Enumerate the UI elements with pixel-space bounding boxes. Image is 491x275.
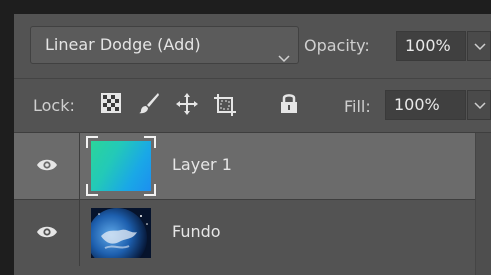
earth-thumbnail bbox=[91, 208, 151, 258]
layer-thumbnail-frame[interactable] bbox=[86, 203, 156, 263]
fill-value: 100% bbox=[394, 95, 440, 114]
opacity-input[interactable]: 100% bbox=[396, 31, 466, 61]
layer-name[interactable]: Layer 1 bbox=[172, 155, 232, 174]
prevent-artboard-nesting-icon[interactable] bbox=[212, 91, 238, 117]
blend-opacity-bar: Linear Dodge (Add) Opacity: 100% bbox=[14, 14, 491, 79]
layer-thumbnail-frame[interactable] bbox=[86, 136, 156, 196]
lock-position-icon[interactable] bbox=[174, 91, 200, 117]
lock-all-icon[interactable] bbox=[277, 91, 303, 117]
chevron-down-icon bbox=[278, 40, 290, 76]
layers-panel: Linear Dodge (Add) Opacity: 100% Lock: F… bbox=[14, 14, 491, 275]
layer-row-fundo[interactable]: Fundo bbox=[14, 200, 491, 266]
fill-input[interactable]: 100% bbox=[385, 90, 466, 120]
eye-icon bbox=[37, 226, 57, 238]
chevron-down-icon bbox=[474, 43, 486, 51]
fill-label: Fill: bbox=[344, 97, 371, 116]
chevron-down-icon bbox=[474, 102, 486, 110]
lock-label: Lock: bbox=[33, 96, 75, 115]
layers-panel-frame: Linear Dodge (Add) Opacity: 100% Lock: F… bbox=[0, 0, 491, 275]
blend-mode-value: Linear Dodge (Add) bbox=[45, 35, 201, 54]
visibility-toggle[interactable] bbox=[14, 200, 80, 266]
layer-row-layer-1[interactable]: Layer 1 bbox=[14, 133, 491, 199]
lock-fill-bar: Lock: Fill: 100% bbox=[14, 79, 491, 133]
visibility-toggle[interactable] bbox=[14, 133, 80, 199]
lock-image-pixels-icon[interactable] bbox=[137, 91, 163, 117]
opacity-label: Opacity: bbox=[304, 36, 370, 55]
opacity-dropdown-button[interactable] bbox=[467, 31, 491, 61]
layers-list: Layer 1 Fundo bbox=[14, 133, 491, 275]
opacity-value: 100% bbox=[405, 36, 451, 55]
gradient-thumbnail bbox=[91, 141, 151, 191]
layer-name[interactable]: Fundo bbox=[172, 222, 221, 241]
lock-transparent-pixels-icon[interactable] bbox=[99, 91, 125, 117]
eye-icon bbox=[37, 159, 57, 171]
fill-dropdown-button[interactable] bbox=[467, 90, 491, 120]
panel-scrollbar[interactable] bbox=[475, 133, 491, 275]
blend-mode-dropdown[interactable]: Linear Dodge (Add) bbox=[30, 26, 299, 64]
